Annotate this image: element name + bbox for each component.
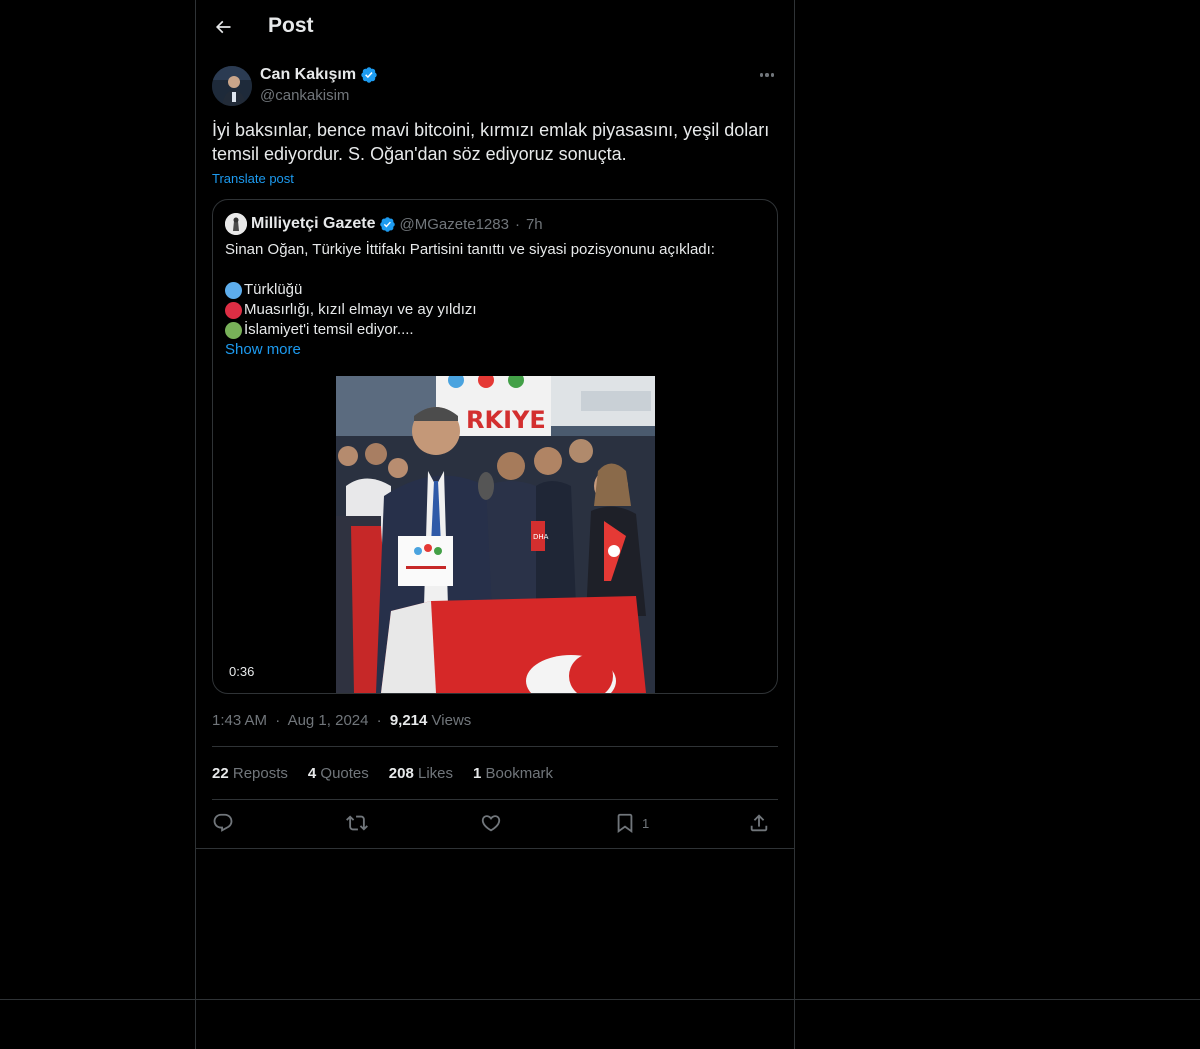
blue-circle-icon [225, 281, 242, 299]
quoted-post-header: Milliyetçi Gazete @MGazete1283 · 7h [225, 213, 543, 235]
page-title: Post [268, 14, 314, 37]
bookmarks-count: 1 [473, 765, 482, 782]
views-label: Views [431, 712, 472, 729]
repost-button[interactable] [346, 812, 368, 834]
post-meta: 1:43 AM · Aug 1, 2024 · 9,214 Views [212, 712, 471, 729]
reposts-label: Reposts [232, 765, 288, 782]
post-date[interactable]: Aug 1, 2024 [288, 712, 369, 729]
quoted-author-handle: @MGazete1283 [399, 215, 509, 233]
divider [196, 848, 794, 849]
quoted-post-intro: Sinan Oğan, Türkiye İttifakı Partisini t… [225, 241, 715, 258]
more-dot-icon [765, 73, 769, 77]
separator-dot: · [376, 712, 382, 729]
back-button[interactable] [210, 14, 236, 40]
bookmark-icon [617, 813, 633, 834]
video-thumbnail: RKIYE DHA [336, 376, 655, 693]
more-dot-icon [759, 73, 764, 77]
bookmark-button[interactable]: 1 [614, 812, 649, 834]
share-button[interactable] [748, 812, 770, 834]
separator-dot: · [275, 712, 281, 729]
more-options-button[interactable] [756, 66, 778, 84]
likes-count: 208 [388, 765, 414, 782]
post-time[interactable]: 1:43 AM [212, 712, 267, 729]
author-name-text: Can Kakışım [260, 66, 357, 83]
verified-badge-icon [379, 216, 395, 232]
quotes-stat[interactable]: 4 Quotes [308, 765, 369, 782]
share-icon [750, 814, 768, 832]
quoted-author-avatar [225, 213, 247, 235]
quoted-line-text: Türklüğü [244, 281, 303, 298]
quoted-line-text: İslamiyet'i temsil ediyor.... [244, 321, 414, 338]
reposts-stat[interactable]: 22 Reposts [212, 765, 288, 782]
divider [212, 746, 778, 747]
svg-text:RKIYE: RKIYE [466, 406, 546, 434]
quoted-line: İslamiyet'i temsil ediyor.... [225, 320, 765, 340]
likes-label: Likes [417, 765, 454, 782]
repost-icon [346, 815, 368, 831]
quoted-post[interactable]: Milliyetçi Gazete @MGazete1283 · 7h Sina… [212, 199, 778, 694]
bookmarks-label: Bookmark [485, 765, 554, 782]
likes-stat[interactable]: 208 Likes [389, 765, 453, 782]
divider [212, 799, 778, 800]
like-button[interactable] [480, 812, 502, 834]
green-circle-icon [225, 321, 242, 339]
quoted-line-text: Muasırlığı, kızıl elmayı ve ay yıldızı [244, 301, 477, 318]
reply-icon [213, 813, 233, 832]
author-avatar[interactable] [212, 66, 252, 106]
bookmark-count: 1 [642, 815, 650, 831]
page-header: Post [196, 0, 794, 54]
reply-button[interactable] [212, 812, 234, 834]
bookmarks-stat[interactable]: 1 Bookmark [473, 765, 553, 782]
author-handle[interactable]: @cankakisim [260, 87, 349, 104]
svg-text:DHA: DHA [533, 533, 549, 541]
heart-icon [481, 815, 501, 832]
post-actions: 1 [212, 812, 778, 838]
views-count: 9,214 [389, 712, 428, 729]
author-name[interactable]: Can Kakışım [260, 66, 378, 84]
show-more-link[interactable]: Show more [225, 340, 765, 360]
separator-dot: · [514, 215, 520, 233]
primary-column: Post Can Kakışım @cankakisim İyi baksınl… [195, 0, 795, 1049]
translate-post-link[interactable]: Translate post [212, 171, 294, 186]
quoted-post-text: Sinan Oğan, Türkiye İttifakı Partisini t… [225, 240, 765, 360]
post-stats: 22 Reposts 4 Quotes 208 Likes 1 Bookmark [212, 765, 553, 782]
quoted-author-name: Milliyetçi Gazete [251, 215, 376, 232]
post-text: İyi baksınlar, bence mavi bitcoini, kırm… [212, 120, 770, 164]
quoted-line: Muasırlığı, kızıl elmayı ve ay yıldızı [225, 300, 765, 320]
quotes-count: 4 [307, 765, 317, 782]
quoted-line: Türklüğü [225, 280, 765, 300]
post-author: Can Kakışım @cankakisim [212, 64, 778, 108]
red-circle-icon [225, 301, 242, 319]
verified-badge-icon [361, 67, 377, 83]
quotes-label: Quotes [320, 765, 369, 782]
video-duration: 0:36 [223, 662, 261, 681]
reposts-count: 22 [212, 765, 229, 782]
more-dot-icon [770, 73, 775, 77]
back-arrow-icon [215, 20, 231, 34]
quoted-post-time: 7h [525, 215, 543, 233]
video-player[interactable]: RKIYE DHA [336, 376, 655, 693]
